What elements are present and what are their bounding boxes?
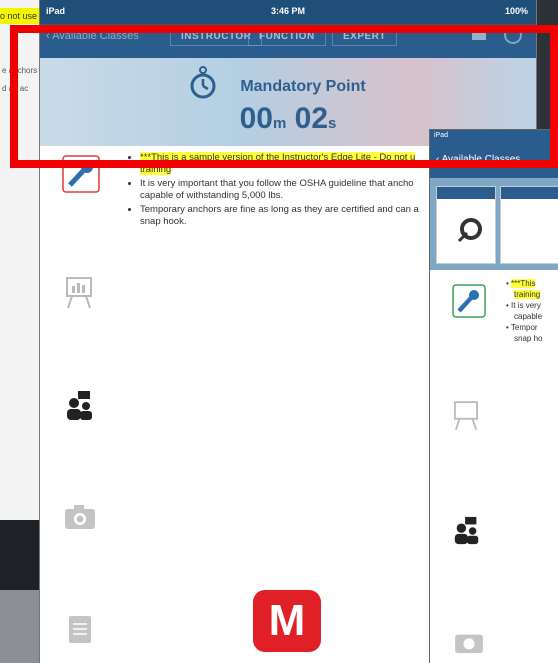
presentation-board-icon[interactable]: [454, 400, 478, 432]
highlight-frame: [10, 25, 558, 168]
content-bullets: • ***This training • It is very capable …: [506, 279, 543, 343]
highlighted-text: o not use: [0, 8, 44, 24]
slide-thumbnails: [430, 178, 558, 270]
m-button[interactable]: M: [253, 590, 321, 652]
presentation-board-icon[interactable]: [66, 276, 92, 310]
discussion-people-icon[interactable]: [64, 390, 96, 422]
background-gray-panel: [0, 590, 44, 663]
status-bar: iPad 3:46 PM 100%: [40, 0, 536, 24]
discussion-people-icon[interactable]: [452, 516, 482, 546]
slide-thumbnail[interactable]: [500, 186, 558, 264]
camera-icon[interactable]: [64, 504, 96, 530]
battery-label: 100%: [504, 6, 528, 16]
camera-icon[interactable]: [454, 630, 484, 654]
slide-thumbnail[interactable]: [436, 186, 496, 264]
notepad-icon[interactable]: [68, 612, 92, 644]
secondary-ipad-screen: iPad ‹ Available Classes • ***This train…: [430, 130, 558, 663]
key-icon[interactable]: [452, 284, 486, 318]
clock: 3:46 PM: [270, 6, 305, 16]
